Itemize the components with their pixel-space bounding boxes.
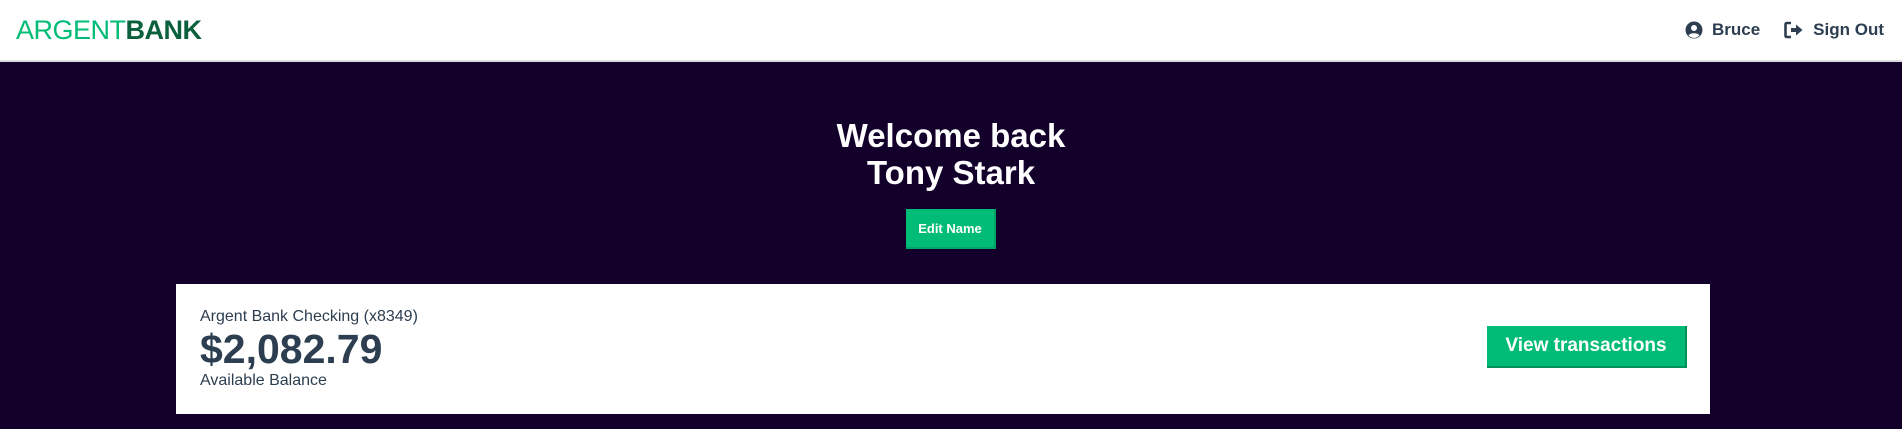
top-nav: ARGENT BANK Bruce Sign Out: [0, 0, 1902, 62]
sign-out-label: Sign Out: [1813, 20, 1884, 39]
account-info: Argent Bank Checking (x8349) $2,082.79 A…: [200, 308, 418, 390]
user-circle-icon: [1685, 21, 1703, 39]
welcome-header: Welcome back Tony Stark Edit Name: [0, 62, 1902, 249]
user-profile-link[interactable]: Bruce: [1685, 20, 1760, 40]
welcome-line-1: Welcome back: [836, 117, 1066, 154]
welcome-title: Welcome back Tony Stark: [0, 62, 1902, 191]
logo[interactable]: ARGENT BANK: [16, 14, 203, 45]
account-title: Argent Bank Checking (x8349): [200, 308, 418, 325]
account-description: Available Balance: [200, 372, 327, 389]
edit-name-button[interactable]: Edit Name: [906, 209, 996, 249]
account-amount: $2,082.79: [200, 326, 383, 372]
logo-text-argent: ARGENT: [16, 14, 126, 45]
sign-out-icon: [1784, 21, 1804, 39]
welcome-user-name: Tony Stark: [866, 154, 1036, 191]
main-content: Welcome back Tony Stark Edit Name Argent…: [0, 62, 1902, 429]
view-transactions-button[interactable]: View transactions: [1487, 326, 1687, 368]
account-card: Argent Bank Checking (x8349) $2,082.79 A…: [176, 284, 1710, 414]
user-name: Bruce: [1711, 20, 1761, 39]
sign-out-link[interactable]: Sign Out: [1784, 20, 1884, 40]
logo-text-bank: BANK: [125, 14, 203, 45]
nav-right: Bruce Sign Out: [1685, 20, 1884, 40]
